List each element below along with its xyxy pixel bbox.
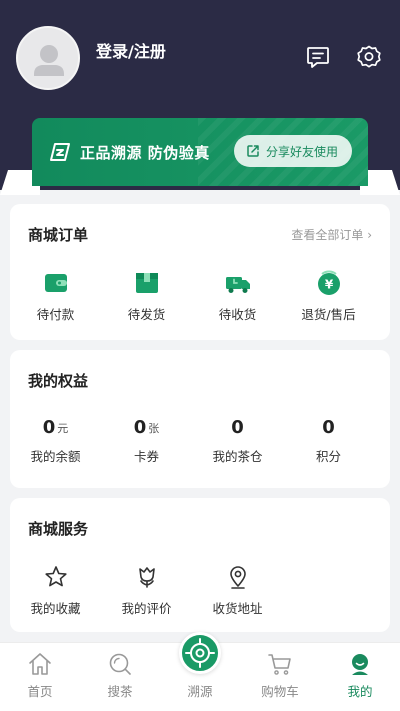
- truck-icon: [225, 277, 250, 293]
- share-friends-button[interactable]: 分享好友使用: [234, 135, 352, 167]
- services-card: 商城服务 我的收藏 我的评价 收货地址: [10, 498, 390, 632]
- benefit-coupons[interactable]: 0张 卡券: [101, 412, 192, 465]
- benefits-title: 我的权益: [28, 372, 89, 390]
- coupons-label: 卡券: [133, 449, 159, 464]
- avatar[interactable]: [16, 26, 80, 90]
- order-pending-receipt[interactable]: 待收货: [192, 270, 283, 323]
- wallet-icon: [44, 274, 67, 292]
- points-value: 0: [322, 417, 335, 438]
- benefit-tea-storage[interactable]: 0 我的茶仓: [192, 412, 283, 465]
- tab-search-tea[interactable]: 搜茶: [80, 643, 160, 711]
- tab-cart-label: 购物车: [261, 684, 299, 699]
- order-refund-aftersale[interactable]: ¥ 退货/售后: [283, 270, 374, 323]
- share-label: 分享好友使用: [266, 144, 339, 159]
- coupons-unit: 张: [148, 422, 160, 435]
- balance-unit: 元: [57, 422, 69, 435]
- view-all-orders-link[interactable]: 查看全部订单 ›: [291, 226, 372, 243]
- services-title: 商城服务: [28, 520, 89, 538]
- authenticity-banner[interactable]: 正品溯源 防伪验真 分享好友使用: [32, 118, 368, 186]
- coupons-value: 0: [133, 417, 147, 438]
- orders-title: 商城订单: [28, 226, 89, 244]
- benefit-points[interactable]: 0 积分: [283, 412, 374, 465]
- tab-mine[interactable]: 我的: [320, 643, 400, 711]
- service-reviews[interactable]: 我的评价: [101, 564, 192, 617]
- points-value-row: 0: [322, 412, 335, 438]
- avatar-placeholder-icon: [34, 45, 64, 76]
- order-refund-label: 退货/售后: [301, 307, 356, 322]
- benefit-balance[interactable]: 0元 我的余额: [10, 412, 101, 465]
- tab-search-label: 搜茶: [107, 684, 133, 699]
- flower-icon: [138, 567, 155, 588]
- trace-scan-button[interactable]: [179, 632, 221, 674]
- home-icon: [29, 653, 51, 675]
- order-pending-receipt-label: 待收货: [218, 307, 257, 322]
- order-pending-shipment[interactable]: 待发货: [101, 270, 192, 323]
- address-label: 收货地址: [212, 601, 263, 616]
- tab-home[interactable]: 首页: [0, 643, 80, 711]
- service-address[interactable]: 收货地址: [192, 564, 283, 617]
- login-register-link[interactable]: 登录/注册: [96, 38, 166, 62]
- points-label: 积分: [315, 449, 341, 464]
- message-icon[interactable]: [305, 44, 331, 70]
- svg-text:¥: ¥: [324, 278, 333, 292]
- tab-home-label: 首页: [27, 684, 53, 699]
- cart-icon: [268, 654, 291, 675]
- share-icon: [247, 145, 259, 157]
- location-icon: [229, 566, 246, 589]
- search-icon: [109, 653, 131, 675]
- order-pending-shipment-label: 待发货: [127, 307, 166, 322]
- orders-card: 商城订单 查看全部订单 › 待付款 待发货 待收货 ¥ 退货/售后: [10, 204, 390, 340]
- benefits-card: 我的权益 0元 我的余额 0张 卡券 0 我的茶仓 0 积分: [10, 350, 390, 488]
- favorites-label: 我的收藏: [30, 601, 81, 616]
- profile-icon: [352, 654, 368, 675]
- refund-icon: ¥: [317, 270, 340, 295]
- balance-value: 0: [42, 417, 56, 438]
- tea-storage-value: 0: [231, 417, 244, 438]
- target-icon: [185, 638, 215, 668]
- trace-tag-icon: [50, 143, 70, 161]
- order-pending-payment-label: 待付款: [36, 307, 75, 322]
- banner-text: 正品溯源 防伪验真: [80, 144, 210, 162]
- tab-mine-label: 我的: [347, 684, 373, 699]
- gear-icon[interactable]: [356, 44, 382, 70]
- reviews-label: 我的评价: [121, 601, 172, 616]
- tab-trace-label: 溯源: [187, 684, 213, 699]
- balance-value-row: 0元: [43, 412, 69, 438]
- balance-label: 我的余额: [30, 449, 81, 464]
- tea-storage-label: 我的茶仓: [212, 449, 263, 464]
- tea-storage-value-row: 0: [231, 412, 244, 438]
- order-pending-payment[interactable]: 待付款: [10, 270, 101, 323]
- coupons-value-row: 0张: [134, 412, 160, 438]
- service-favorites[interactable]: 我的收藏: [10, 564, 101, 617]
- star-icon: [44, 566, 67, 587]
- package-icon: [135, 273, 158, 293]
- tab-cart[interactable]: 购物车: [240, 643, 320, 711]
